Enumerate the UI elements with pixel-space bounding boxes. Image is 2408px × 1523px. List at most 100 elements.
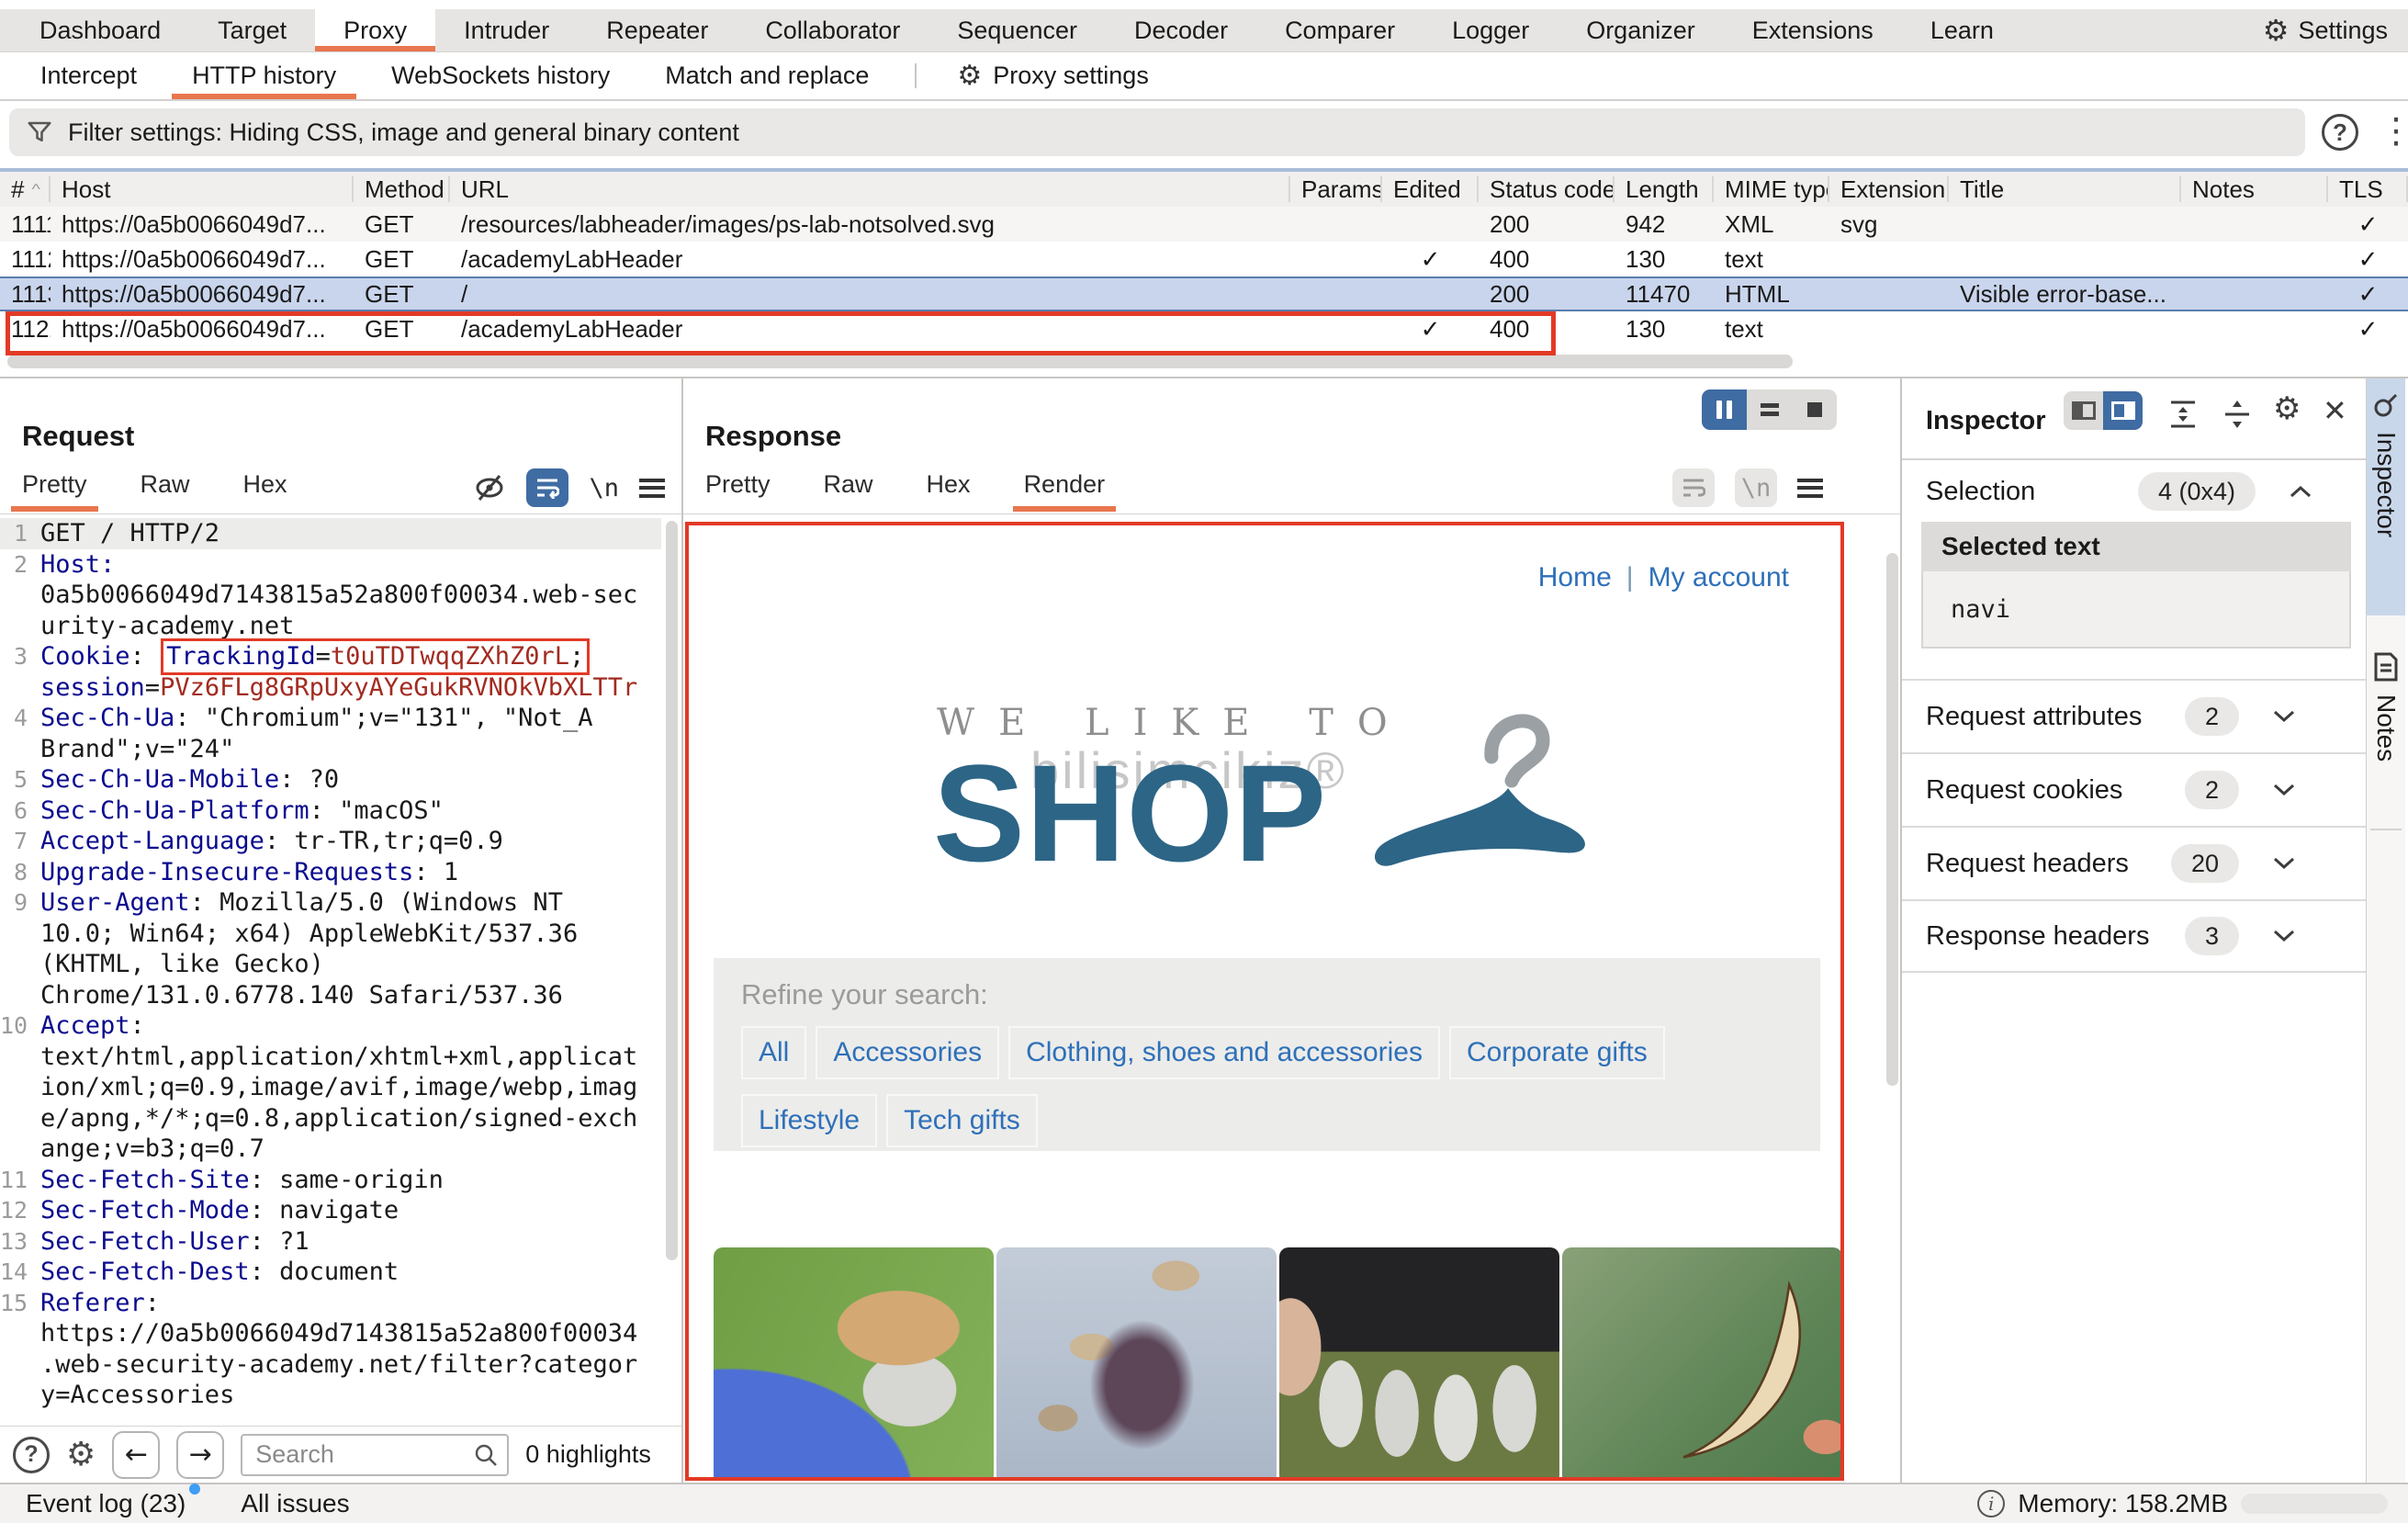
newline-icon[interactable]: \n <box>1735 468 1777 507</box>
word-wrap-icon[interactable] <box>1672 468 1715 507</box>
word-wrap-icon[interactable] <box>526 468 568 507</box>
category-button-lifestyle[interactable]: Lifestyle <box>741 1094 877 1147</box>
inspector-section-request-headers[interactable]: Request headers20 <box>1902 826 2366 899</box>
gear-icon[interactable]: ⚙ <box>66 1438 96 1472</box>
close-icon[interactable]: ✕ <box>2323 393 2347 428</box>
column-header-tls[interactable]: TLS <box>2328 176 2408 202</box>
table-row[interactable]: 1113https://0a5b0066049d7...GET/20011470… <box>0 276 2408 311</box>
cell: / <box>450 280 1290 309</box>
category-button-clothing-shoes-and-accessories[interactable]: Clothing, shoes and accessories <box>1008 1026 1440 1079</box>
menu-tab-sequencer[interactable]: Sequencer <box>928 9 1106 51</box>
column-header-num[interactable]: #^ <box>0 176 51 202</box>
menu-tab-learn[interactable]: Learn <box>1902 9 2022 51</box>
http-history-table: #^HostMethodURLParamsEditedStatus codeLe… <box>0 168 2408 346</box>
all-issues-button[interactable]: All issues <box>241 1489 349 1518</box>
kebab-vertical-icon[interactable]: ⋮ <box>2379 110 2408 151</box>
my-account-link[interactable]: My account <box>1648 562 1789 593</box>
column-header-url[interactable]: URL <box>450 176 1290 202</box>
column-header-mime-type[interactable]: MIME type <box>1714 176 1829 202</box>
sub-tab-match-and-replace[interactable]: Match and replace <box>637 52 896 99</box>
event-log-button[interactable]: Event log (23) <box>26 1489 186 1518</box>
home-link[interactable]: Home <box>1538 562 1612 593</box>
menu-tab-extensions[interactable]: Extensions <box>1724 9 1902 51</box>
strip-tab-inspector[interactable]: Inspector <box>2367 378 2405 615</box>
filter-settings-bar[interactable]: Filter settings: Hiding CSS, image and g… <box>9 108 2305 156</box>
help-icon[interactable]: ? <box>2322 114 2358 151</box>
column-header-status-code[interactable]: Status code <box>1479 176 1615 202</box>
menu-tab-dashboard[interactable]: Dashboard <box>11 9 189 51</box>
menu-tab-comparer[interactable]: Comparer <box>1256 9 1423 51</box>
proxy-settings-button[interactable]: ⚙ Proxy settings <box>935 52 1170 99</box>
column-header-notes[interactable]: Notes <box>2181 176 2328 202</box>
table-horizontal-scrollbar[interactable] <box>7 355 1793 368</box>
menu-tab-proxy[interactable]: Proxy <box>315 9 435 51</box>
panel-left-icon[interactable] <box>2064 391 2103 430</box>
selection-section-header[interactable]: Selection 4 (0x4) <box>1902 463 2366 520</box>
response-tab-raw[interactable]: Raw <box>824 470 873 512</box>
category-button-all[interactable]: All <box>741 1026 806 1079</box>
product-image-cans[interactable] <box>1279 1247 1559 1481</box>
category-button-accessories[interactable]: Accessories <box>816 1026 999 1079</box>
menu-tab-intruder[interactable]: Intruder <box>435 9 578 51</box>
cell: https://0a5b0066049d7... <box>51 280 354 309</box>
response-tab-hex[interactable]: Hex <box>927 470 971 512</box>
menu-icon[interactable] <box>639 479 665 498</box>
menu-icon[interactable] <box>1797 479 1823 498</box>
cell: ✓ <box>2328 245 2408 274</box>
request-tab-raw[interactable]: Raw <box>141 470 190 512</box>
arrow-right-icon[interactable]: → <box>176 1431 224 1479</box>
code-line: 14Sec-Fetch-Dest: document <box>0 1257 661 1288</box>
sub-tab-http-history[interactable]: HTTP history <box>164 52 364 99</box>
newline-icon[interactable]: \n <box>589 474 619 502</box>
expand-vertical-icon[interactable] <box>2167 399 2199 430</box>
code-line-text: y=Accessories <box>37 1380 234 1411</box>
request-tab-pretty[interactable]: Pretty <box>22 470 87 512</box>
pause-layout-icon[interactable] <box>1702 389 1747 430</box>
settings-button[interactable]: ⚙ Settings <box>2243 9 2408 51</box>
table-row[interactable]: 1112https://0a5b0066049d7...GET/academyL… <box>0 242 2408 276</box>
code-text: 10.0; Win64; x64) AppleWebKit/537.36 <box>40 919 578 948</box>
column-header-params[interactable]: Params <box>1290 176 1382 202</box>
menu-tab-logger[interactable]: Logger <box>1423 9 1558 51</box>
menu-tab-decoder[interactable]: Decoder <box>1106 9 1256 51</box>
single-layout-icon[interactable] <box>1792 389 1837 430</box>
sub-tab-intercept[interactable]: Intercept <box>13 52 164 99</box>
product-image-books[interactable] <box>996 1247 1277 1481</box>
search-input[interactable] <box>241 1434 509 1476</box>
arrow-left-icon[interactable]: ← <box>112 1431 160 1479</box>
response-tab-pretty[interactable]: Pretty <box>705 470 771 512</box>
request-tab-hex[interactable]: Hex <box>243 470 287 512</box>
collapse-vertical-icon[interactable] <box>2222 399 2253 430</box>
panel-right-icon[interactable] <box>2103 391 2143 430</box>
eye-slash-icon[interactable] <box>473 474 506 502</box>
column-header-edited[interactable]: Edited <box>1382 176 1479 202</box>
inspector-section-request-cookies[interactable]: Request cookies2 <box>1902 752 2366 826</box>
sub-tab-websockets-history[interactable]: WebSockets history <box>364 52 637 99</box>
table-row[interactable]: 1111https://0a5b0066049d7...GET/resource… <box>0 207 2408 242</box>
menu-tab-collaborator[interactable]: Collaborator <box>737 9 928 51</box>
help-circle-icon[interactable]: ? <box>13 1437 50 1473</box>
main-menu-tabs: DashboardTargetProxyIntruderRepeaterColl… <box>11 9 2022 51</box>
product-image-grin[interactable] <box>1562 1247 1842 1481</box>
table-row[interactable]: 1122https://0a5b0066049d7...GET/academyL… <box>0 311 2408 346</box>
column-header-method[interactable]: Method <box>354 176 450 202</box>
inspector-section-response-headers[interactable]: Response headers3 <box>1902 899 2366 973</box>
menu-tab-organizer[interactable]: Organizer <box>1558 9 1724 51</box>
column-header-extension[interactable]: Extension <box>1829 176 1949 202</box>
info-circle-icon[interactable]: i <box>1977 1490 2005 1517</box>
product-image-beanbag[interactable] <box>714 1247 994 1481</box>
menu-tab-repeater[interactable]: Repeater <box>578 9 737 51</box>
category-button-corporate-gifts[interactable]: Corporate gifts <box>1449 1026 1665 1079</box>
column-header-title[interactable]: Title <box>1949 176 2181 202</box>
column-header-host[interactable]: Host <box>51 176 354 202</box>
inspector-section-request-attributes[interactable]: Request attributes2 <box>1902 679 2366 752</box>
category-button-tech-gifts[interactable]: Tech gifts <box>886 1094 1038 1147</box>
menu-tab-target[interactable]: Target <box>189 9 315 51</box>
response-scrollbar[interactable] <box>1886 553 1898 1086</box>
strip-tab-notes[interactable]: Notes <box>2367 645 2405 829</box>
request-scrollbar[interactable] <box>666 521 678 1260</box>
response-tab-render[interactable]: Render <box>1024 470 1106 512</box>
column-header-length[interactable]: Length <box>1615 176 1714 202</box>
gear-icon[interactable]: ⚙ <box>2273 393 2301 424</box>
rows-layout-icon[interactable] <box>1747 389 1792 430</box>
